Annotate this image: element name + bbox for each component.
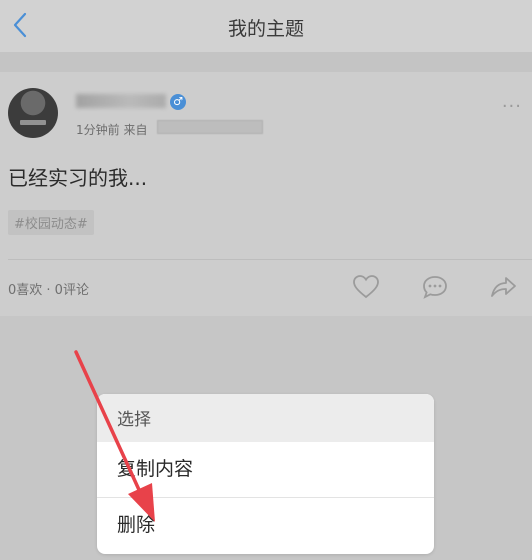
- action-sheet-title: 选择: [97, 394, 434, 442]
- like-heart-icon[interactable]: [351, 272, 381, 302]
- delete-option[interactable]: 删除: [97, 498, 434, 553]
- top-navigation-bar: 我的主题: [0, 0, 532, 52]
- topic-tag[interactable]: #校园动态#: [8, 210, 94, 235]
- divider: [8, 259, 532, 260]
- copy-content-option[interactable]: 复制内容: [97, 442, 434, 497]
- post-card[interactable]: ♂ 1分钟前 来自 ··· 已经实习的我... #校园动态# 0喜欢 · 0评论: [0, 72, 532, 316]
- post-time: 1分钟前 来自: [76, 123, 148, 137]
- more-icon[interactable]: ···: [502, 96, 522, 117]
- share-icon[interactable]: [488, 272, 518, 302]
- avatar[interactable]: [8, 88, 58, 138]
- post-stats: 0喜欢 · 0评论: [8, 283, 89, 298]
- verified-badge-icon: ♂: [170, 94, 186, 110]
- action-sheet: 选择 复制内容 删除: [97, 394, 434, 554]
- page-title: 我的主题: [227, 18, 304, 40]
- username-redacted[interactable]: [76, 94, 166, 108]
- post-content: 已经实习的我...: [8, 166, 148, 190]
- comment-icon[interactable]: [420, 272, 450, 302]
- post-source-redacted: [157, 120, 263, 134]
- section-gap: [0, 52, 532, 72]
